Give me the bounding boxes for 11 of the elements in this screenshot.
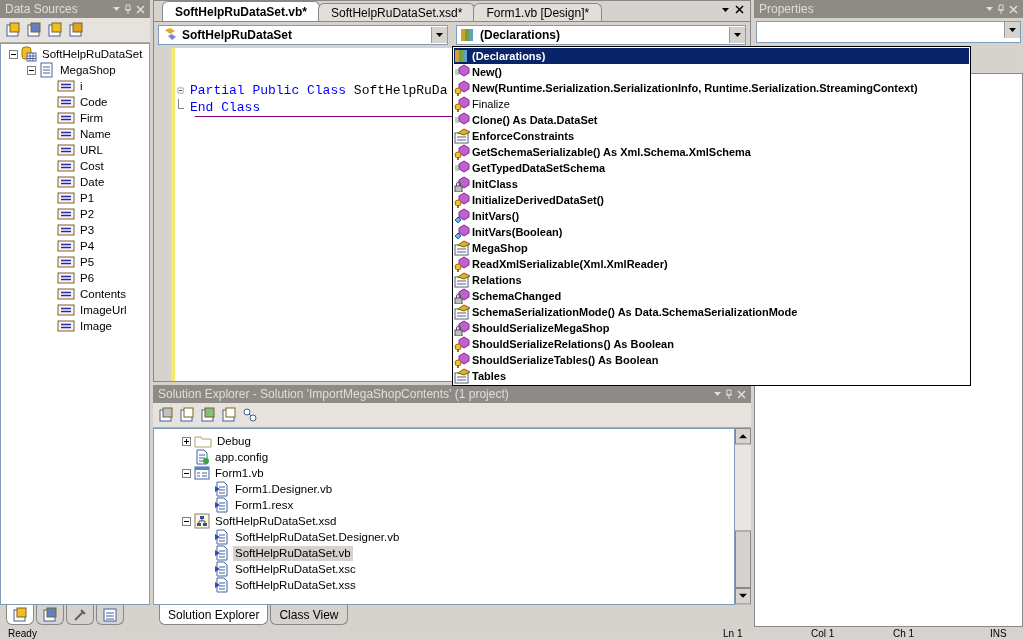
panel-title: Data Sources: [5, 2, 78, 16]
status-text: INS: [990, 627, 1007, 639]
status-text: Ch 1: [893, 627, 915, 639]
status-text: Ready: [8, 627, 37, 639]
status-text: Col 1: [811, 627, 835, 639]
panel-title: Properties: [759, 2, 814, 16]
code-keyword: End Class: [190, 100, 261, 115]
code-keyword: Partial Public Class: [190, 83, 347, 98]
code-identifier: SoftHelpRuDa: [352, 83, 448, 98]
status-text: Ln 1: [723, 627, 743, 639]
panel-title: Solution Explorer - Solution 'ImportMegaShopContents' (1 project): [158, 387, 509, 401]
